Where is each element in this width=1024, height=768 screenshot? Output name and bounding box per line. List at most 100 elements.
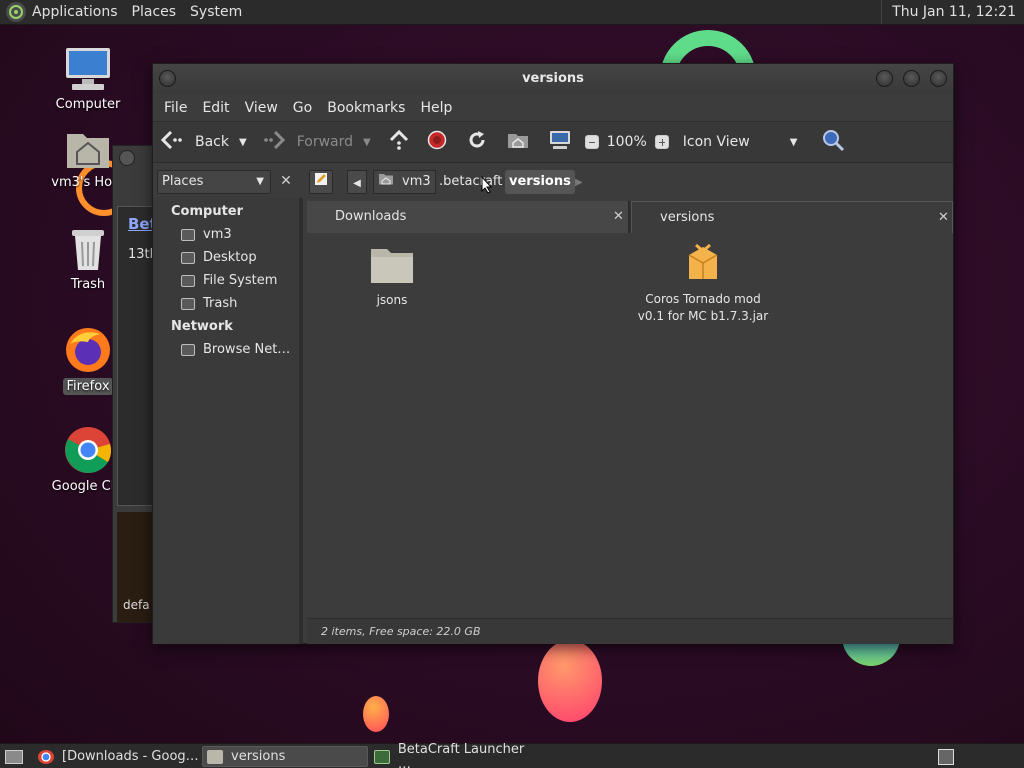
sidebar-item-label: File System [203, 273, 278, 288]
places-sidebar: Computer vm3 Desktop File System Trash N… [153, 198, 303, 644]
menu-file[interactable]: File [159, 100, 197, 116]
chrome-icon [38, 749, 54, 764]
close-button[interactable] [930, 70, 947, 87]
up-arrow-icon [389, 129, 409, 154]
menu-view[interactable]: View [240, 100, 288, 116]
firefox-icon [64, 326, 112, 374]
breadcrumb-versions[interactable]: versions [505, 170, 575, 194]
clock[interactable]: Thu Jan 11, 12:21 [881, 0, 1024, 24]
trash-icon [68, 226, 108, 272]
places-label: Places [162, 174, 204, 189]
places-menu[interactable]: Places [132, 4, 177, 20]
sidebar-item-trash[interactable]: Trash [181, 296, 237, 311]
toolbar: Back ▼ Forward ▼ 100% Icon View ▼ [153, 121, 953, 163]
network-icon [181, 343, 195, 356]
back-label: Back [195, 134, 229, 150]
window-menu-button[interactable] [159, 70, 176, 87]
zoom-in-button[interactable] [654, 135, 669, 149]
distro-logo-icon[interactable] [6, 2, 26, 22]
toggle-location-entry-button[interactable] [309, 170, 333, 194]
chevron-down-icon: ▼ [789, 136, 798, 148]
reload-button[interactable] [467, 130, 487, 154]
show-desktop-button[interactable] [2, 746, 28, 767]
reload-icon [467, 130, 487, 154]
close-tab-icon[interactable]: ✕ [938, 202, 949, 234]
desktop-icon-label: Trash [70, 277, 106, 292]
taskbar-item-betacraft[interactable]: BetaCraft Launcher … [370, 742, 540, 768]
stop-icon [427, 130, 447, 154]
desktop-icon-label: Firefox [63, 378, 113, 395]
home-icon [378, 170, 394, 194]
sidebar-heading-computer: Computer [171, 204, 244, 219]
stop-button[interactable] [427, 130, 447, 154]
menu-go[interactable]: Go [288, 100, 322, 116]
up-button[interactable] [389, 129, 409, 154]
applications-menu[interactable]: Applications [32, 4, 118, 20]
chevron-left-icon: ◀ [353, 178, 361, 189]
trash-icon [181, 297, 195, 310]
menu-bookmarks[interactable]: Bookmarks [322, 100, 415, 116]
forward-history-dropdown[interactable]: ▼ [363, 137, 371, 148]
minimize-button[interactable] [876, 70, 893, 87]
maximize-button[interactable] [903, 70, 920, 87]
desktop-icon-label: Computer [55, 97, 121, 112]
forward-button[interactable]: Forward [263, 130, 353, 153]
bg-window-footer: defa [123, 598, 150, 612]
taskbar-label: BetaCraft Launcher … [397, 741, 525, 768]
sidebar-item-filesystem[interactable]: File System [181, 273, 277, 288]
taskbar-item-downloads[interactable]: [Downloads - Goog… [34, 746, 202, 767]
computer-button[interactable] [549, 130, 571, 154]
file-view[interactable]: jsons Coros Tornado mod v0.1 for MC b1.7… [307, 233, 953, 618]
menu-help[interactable]: Help [415, 100, 462, 116]
decor-pink-balloon [538, 640, 602, 722]
drive-icon [181, 274, 195, 287]
mouse-pointer-icon [481, 175, 493, 198]
tab-label: versions [660, 210, 715, 225]
location-bar: Places ▼ ✕ ◀ vm3 .betacraft versions ▶ [153, 164, 953, 198]
zoom-level: 100% [606, 134, 647, 150]
close-tab-icon[interactable]: ✕ [613, 201, 624, 233]
breadcrumb-scroll-right[interactable]: ▶ [571, 170, 587, 194]
search-icon [821, 128, 845, 156]
zoom-out-icon [584, 135, 599, 149]
search-button[interactable] [821, 128, 845, 156]
file-name: Coros Tornado mod v0.1 for MC b1.7.3.jar [637, 292, 769, 323]
menu-edit[interactable]: Edit [197, 100, 239, 116]
tab-bar: Downloads ✕ versions ✕ [307, 201, 953, 233]
zoom-out-button[interactable] [584, 135, 599, 149]
chevron-down-icon: ▼ [239, 136, 247, 148]
desktop-icon-computer[interactable]: Computer [40, 46, 136, 113]
back-button[interactable]: Back [160, 130, 229, 153]
back-history-dropdown[interactable]: ▼ [239, 137, 247, 148]
jar-package-icon [683, 241, 723, 285]
taskbar-item-versions[interactable]: versions [202, 746, 368, 767]
bg-window-button[interactable] [119, 150, 135, 166]
tab-downloads[interactable]: Downloads ✕ [307, 201, 629, 233]
close-sidebar-icon[interactable]: ✕ [277, 172, 295, 190]
tab-versions[interactable]: versions ✕ [631, 201, 953, 233]
breadcrumb-vm3[interactable]: vm3 [373, 170, 436, 194]
top-panel: Applications Places System Thu Jan 11, 1… [0, 0, 1024, 25]
file-item-jsons[interactable]: jsons [347, 243, 437, 307]
edit-pencil-icon [314, 173, 328, 190]
file-item-jar[interactable]: Coros Tornado mod v0.1 for MC b1.7.3.jar [637, 241, 769, 325]
sidebar-item-vm3[interactable]: vm3 [181, 227, 232, 242]
menu-bar: File Edit View Go Bookmarks Help [153, 94, 953, 121]
breadcrumb-label: vm3 [402, 174, 431, 189]
workspace-switcher[interactable] [938, 746, 958, 767]
chevron-down-icon: ▼ [256, 176, 264, 187]
sidebar-item-desktop[interactable]: Desktop [181, 250, 257, 265]
window-titlebar[interactable]: versions [153, 64, 953, 94]
system-menu[interactable]: System [190, 4, 242, 20]
breadcrumb-scroll-left[interactable]: ◀ [347, 170, 367, 194]
show-desktop-icon [5, 749, 23, 764]
places-selector[interactable]: Places ▼ [157, 170, 271, 194]
view-mode-label: Icon View [682, 134, 750, 150]
decor-orange-balloon [363, 696, 389, 732]
view-mode-select[interactable]: Icon View ▼ [683, 134, 798, 150]
breadcrumb-betacraft[interactable]: .betacraft [435, 170, 506, 194]
sidebar-item-label: Desktop [203, 250, 257, 265]
sidebar-item-browse-network[interactable]: Browse Net… [181, 342, 290, 357]
home-icon [507, 131, 529, 153]
home-button[interactable] [507, 131, 529, 153]
